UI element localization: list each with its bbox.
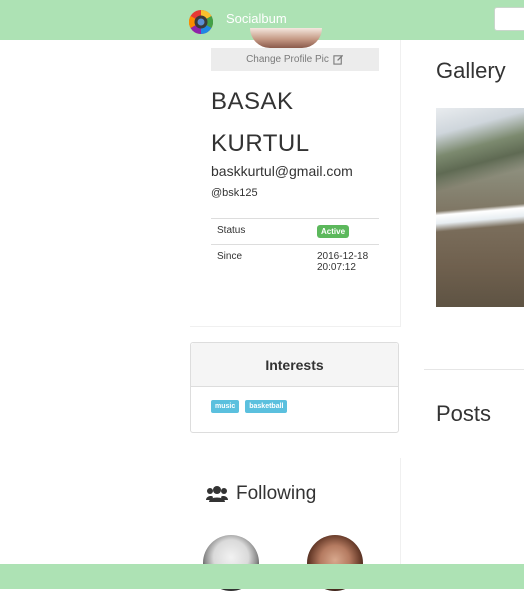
table-row: Since 2016-12-18 20:07:12 [211, 244, 379, 279]
following-title: Following [236, 483, 317, 504]
footer-bar [0, 564, 524, 589]
brand-name[interactable]: Socialbum [226, 11, 287, 26]
change-profile-pic-label: Change Profile Pic [246, 54, 329, 65]
interest-tag[interactable]: basketball [245, 400, 288, 413]
camera-lens-logo-icon[interactable] [189, 10, 213, 34]
following-header: Following [206, 483, 316, 505]
profile-email: baskkurtul@gmail.com [211, 163, 353, 179]
posts-title: Posts [436, 401, 492, 426]
status-badge: Active [317, 225, 350, 238]
since-date: 2016-12-18 [317, 251, 369, 262]
edit-icon [333, 54, 343, 65]
gallery-title: Gallery [436, 58, 506, 83]
profile-first-name: BASAK [211, 88, 294, 115]
status-label: Status [211, 218, 311, 245]
users-icon [206, 486, 228, 502]
interests-title: Interests [191, 343, 398, 387]
interest-tag[interactable]: music [211, 400, 240, 413]
change-profile-pic-button[interactable]: Change Profile Pic [211, 48, 379, 71]
since-label: Since [211, 244, 311, 279]
since-time: 20:07:12 [317, 262, 356, 273]
profile-handle: @bsk125 [211, 187, 258, 199]
interest-tags: music basketball [211, 400, 288, 413]
profile-info-table: Status Active Since 2016-12-18 20:07:12 [211, 218, 379, 279]
profile-panel [190, 40, 401, 327]
profile-avatar [250, 28, 322, 48]
table-row: Status Active [211, 218, 379, 245]
search-input[interactable] [494, 7, 524, 31]
divider [424, 369, 524, 370]
profile-last-name: KURTUL [211, 130, 310, 157]
gallery-photo[interactable] [436, 108, 524, 307]
interests-card: Interests music basketball [190, 342, 399, 433]
